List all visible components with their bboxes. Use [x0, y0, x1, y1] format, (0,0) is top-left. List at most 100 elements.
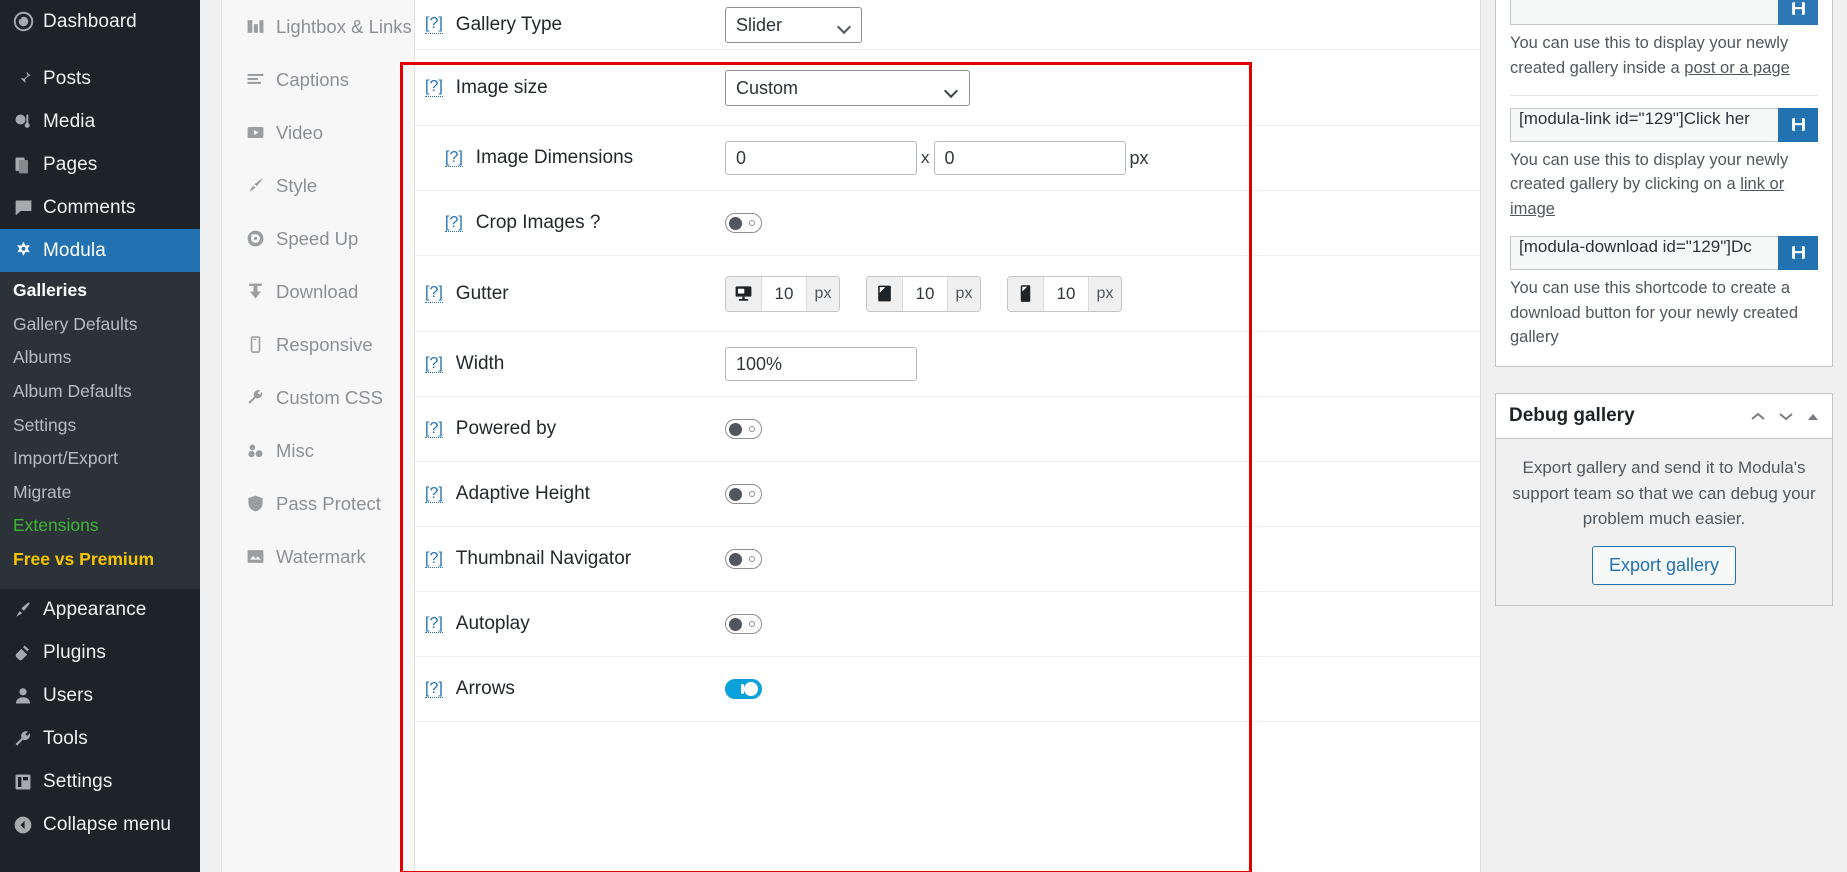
caret-up-icon[interactable] — [1806, 410, 1819, 423]
gallery-type-select[interactable]: Slider — [725, 6, 862, 43]
tab-label: Speed Up — [276, 227, 359, 249]
tab-label: Custom CSS — [276, 386, 383, 408]
sidebar-item-posts[interactable]: Posts — [0, 57, 200, 100]
tab-pass-protect[interactable]: Pass Protect — [222, 477, 414, 530]
submenu-item-album-defaults[interactable]: Album Defaults — [0, 375, 200, 409]
tab-lightbox-links[interactable]: Lightbox & Links — [222, 0, 414, 53]
sidebar-item-modula[interactable]: Modula — [0, 229, 200, 272]
tab-captions[interactable]: Captions — [222, 53, 414, 106]
submenu-item-settings[interactable]: Settings — [0, 409, 200, 443]
link-shortcode-input[interactable]: [modula-link id="129"]Click her — [1510, 107, 1778, 142]
gutter-mobile-input[interactable] — [1044, 283, 1088, 304]
sidebar-item-tools[interactable]: Tools — [0, 718, 200, 761]
help-icon[interactable]: [?] — [425, 355, 443, 374]
arrows-toggle[interactable] — [725, 679, 762, 699]
image-width-input[interactable] — [725, 141, 917, 175]
help-icon[interactable]: [?] — [425, 550, 443, 569]
toggle-knob — [729, 216, 742, 230]
sidebar-item-collapse-menu[interactable]: Collapse menu — [0, 804, 200, 847]
crop-images-toggle[interactable] — [725, 213, 762, 233]
sidebar-item-users[interactable]: Users — [0, 675, 200, 718]
submenu-item-albums[interactable]: Albums — [0, 341, 200, 375]
sidebar-item-label: Users — [43, 685, 94, 707]
help-icon[interactable]: [?] — [425, 615, 443, 634]
download-shortcode-input[interactable]: [modula-download id="129"]Dc — [1510, 235, 1778, 270]
crop-images-label-group: [?] Crop Images ? — [425, 212, 725, 234]
thumbnail-navigator-control — [725, 549, 762, 569]
setting-row-crop-images: [?] Crop Images ? — [415, 191, 1480, 256]
help-icon[interactable]: [?] — [425, 680, 443, 699]
tab-watermark[interactable]: Watermark — [222, 530, 414, 583]
modula-icon — [13, 239, 43, 263]
gallery-shortcode-input[interactable] — [1510, 0, 1778, 25]
tab-style[interactable]: Style — [222, 159, 414, 212]
adaptive-height-toggle[interactable] — [725, 484, 762, 504]
submenu-item-free-vs-premium[interactable]: Free vs Premium — [0, 543, 200, 577]
submenu-item-gallery-defaults[interactable]: Gallery Defaults — [0, 308, 200, 342]
sidebar-item-appearance[interactable]: Appearance — [0, 589, 200, 632]
pin-icon — [13, 67, 43, 91]
copy-link-shortcode-button[interactable] — [1778, 107, 1818, 142]
tab-label: Download — [276, 280, 359, 302]
copy-download-shortcode-button[interactable] — [1778, 235, 1818, 270]
setting-row-arrows: [?] Arrows — [415, 657, 1480, 722]
gutter-tablet-field[interactable]: px — [866, 275, 981, 312]
gutter-desktop-field[interactable]: px — [725, 275, 840, 312]
tab-custom-css[interactable]: Custom CSS — [222, 371, 414, 424]
tab-responsive[interactable]: Responsive — [222, 318, 414, 371]
debug-gallery-body: Export gallery and send it to Modula's s… — [1496, 439, 1832, 605]
submenu-item-migrate[interactable]: Migrate — [0, 476, 200, 510]
tab-label: Video — [276, 121, 323, 143]
pages-icon — [13, 153, 43, 177]
image-size-select[interactable]: Custom — [725, 69, 970, 106]
powered-by-toggle[interactable] — [725, 419, 762, 439]
sidebar-item-label: Media — [43, 110, 96, 132]
sidebar-item-label: Posts — [43, 67, 92, 89]
autoplay-toggle[interactable] — [725, 614, 762, 634]
image-height-input[interactable] — [933, 141, 1126, 175]
tab-video[interactable]: Video — [222, 106, 414, 159]
autoplay-control — [725, 614, 762, 634]
submenu-item-import-export[interactable]: Import/Export — [0, 442, 200, 476]
gutter-mobile-field[interactable]: px — [1007, 275, 1122, 312]
tabs-left-edge — [200, 0, 222, 872]
submenu-item-extensions[interactable]: Extensions — [0, 509, 200, 543]
submenu-item-galleries[interactable]: Galleries — [0, 274, 200, 308]
chevron-up-icon[interactable] — [1750, 410, 1765, 423]
help-icon[interactable]: [?] — [445, 214, 463, 233]
tab-download[interactable]: Download — [222, 265, 414, 318]
tab-speed-up[interactable]: Speed Up — [222, 212, 414, 265]
modula-tabs-column: Lightbox & Links Captions Video Style Sp… — [200, 0, 415, 872]
dashboard-icon — [13, 10, 43, 34]
tab-misc[interactable]: Misc — [222, 424, 414, 477]
sidebar-item-comments[interactable]: Comments — [0, 186, 200, 229]
debug-gallery-text: Export gallery and send it to Modula's s… — [1512, 458, 1816, 528]
sidebar-item-settings[interactable]: Settings — [0, 761, 200, 804]
gutter-desktop-input[interactable] — [762, 283, 806, 304]
post-or-page-link[interactable]: post or a page — [1684, 59, 1790, 77]
sidebar-item-media[interactable]: Media — [0, 100, 200, 143]
setting-label: Powered by — [455, 418, 557, 439]
chevron-down-icon[interactable] — [1778, 410, 1793, 423]
help-icon[interactable]: [?] — [445, 149, 463, 168]
setting-row-width: [?] Width — [415, 332, 1480, 397]
help-icon[interactable]: [?] — [425, 284, 443, 303]
debug-gallery-title: Debug gallery — [1509, 405, 1635, 426]
responsive-phone-icon — [238, 335, 272, 354]
thumbnail-navigator-toggle[interactable] — [725, 549, 762, 569]
copy-gallery-shortcode-button[interactable] — [1778, 0, 1818, 25]
help-icon[interactable]: [?] — [425, 15, 443, 34]
modula-settings-tabs: Lightbox & Links Captions Video Style Sp… — [222, 0, 415, 872]
toggle-knob — [729, 422, 742, 436]
gutter-tablet-input[interactable] — [903, 283, 947, 304]
download-shortcode-row: [modula-download id="129"]Dc — [1510, 235, 1818, 270]
shortcode-metabox-body: You can use this to display your newly c… — [1496, 0, 1832, 366]
export-gallery-button[interactable]: Export gallery — [1591, 545, 1737, 585]
sidebar-item-dashboard[interactable]: Dashboard — [0, 0, 200, 43]
width-input[interactable] — [725, 347, 917, 381]
sidebar-item-plugins[interactable]: Plugins — [0, 632, 200, 675]
sidebar-item-pages[interactable]: Pages — [0, 143, 200, 186]
help-icon[interactable]: [?] — [425, 485, 443, 504]
help-icon[interactable]: [?] — [425, 420, 443, 439]
help-icon[interactable]: [?] — [425, 78, 443, 97]
